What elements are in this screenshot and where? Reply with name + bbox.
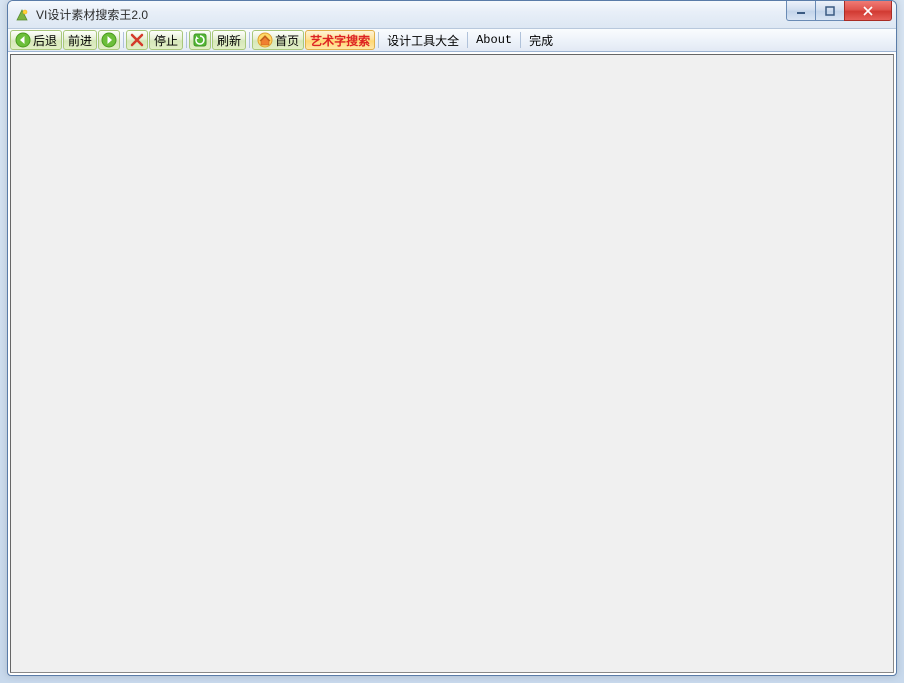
toolbar: 后退 前进 停止 (8, 29, 896, 52)
forward-button-label[interactable]: 前进 (63, 30, 97, 50)
toolbar-separator (123, 32, 124, 48)
window-controls (787, 1, 896, 21)
about-label: About (476, 33, 512, 47)
stop-icon-button[interactable] (126, 30, 148, 50)
back-button[interactable]: 后退 (10, 30, 62, 50)
titlebar[interactable]: VI设计素材搜索王2.0 (8, 1, 896, 29)
back-arrow-icon (15, 32, 31, 48)
art-search-label: 艺术字搜索 (310, 32, 370, 49)
minimize-button[interactable] (786, 1, 816, 21)
forward-label: 前进 (68, 32, 92, 49)
status-text: 完成 (523, 30, 559, 50)
home-button[interactable]: 首页 (252, 30, 304, 50)
toolbar-separator (378, 32, 379, 48)
refresh-icon-button[interactable] (189, 30, 211, 50)
stop-x-icon (129, 32, 145, 48)
content-area (10, 54, 894, 673)
app-window: VI设计素材搜索王2.0 后退 前进 (7, 0, 897, 676)
close-button[interactable] (844, 1, 892, 21)
stop-label: 停止 (154, 32, 178, 49)
home-label: 首页 (275, 32, 299, 49)
design-tools-link[interactable]: 设计工具大全 (381, 30, 465, 50)
about-link[interactable]: About (470, 30, 518, 50)
back-label: 后退 (33, 32, 57, 49)
status-label: 完成 (529, 32, 553, 49)
maximize-button[interactable] (815, 1, 845, 21)
art-search-button[interactable]: 艺术字搜索 (305, 30, 375, 50)
stop-button[interactable]: 停止 (149, 30, 183, 50)
toolbar-separator (520, 32, 521, 48)
toolbar-separator (249, 32, 250, 48)
refresh-icon (192, 32, 208, 48)
app-icon (14, 7, 30, 23)
toolbar-separator (467, 32, 468, 48)
refresh-button[interactable]: 刷新 (212, 30, 246, 50)
design-tools-label: 设计工具大全 (387, 32, 459, 49)
home-icon (257, 32, 273, 48)
forward-button[interactable] (98, 30, 120, 50)
forward-arrow-icon (101, 32, 117, 48)
refresh-label: 刷新 (217, 32, 241, 49)
window-title: VI设计素材搜索王2.0 (36, 6, 148, 23)
toolbar-separator (186, 32, 187, 48)
